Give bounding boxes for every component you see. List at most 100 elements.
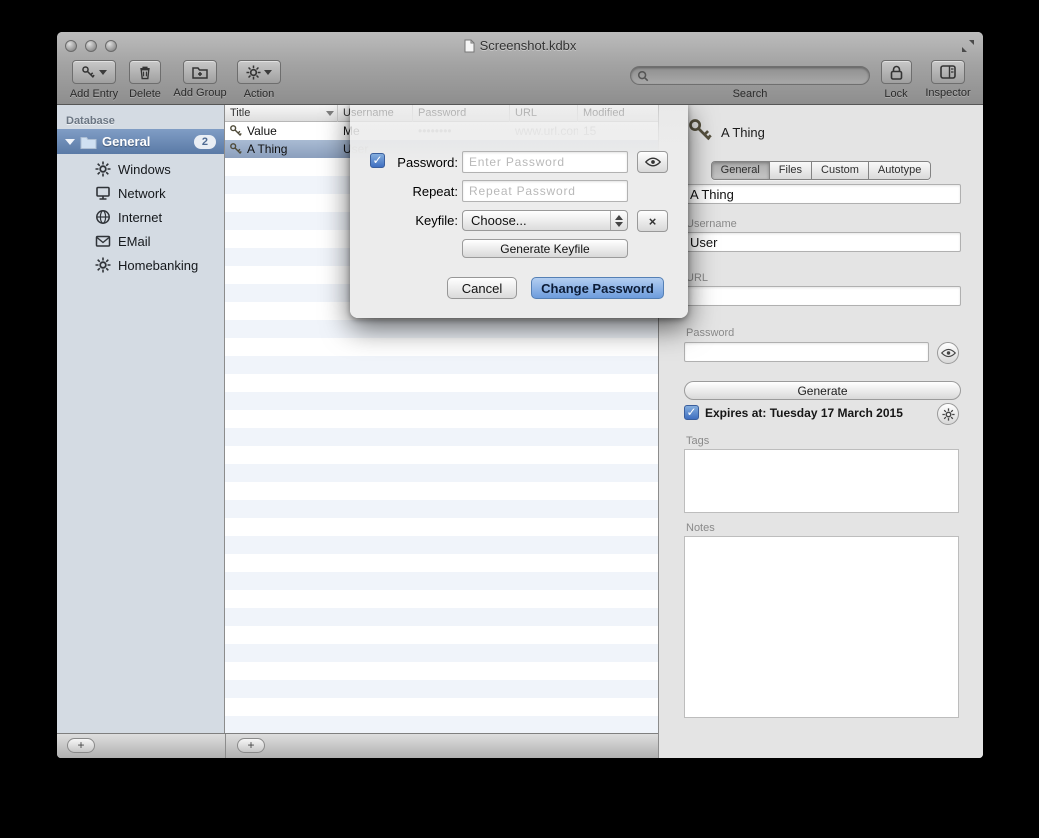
tab-custom[interactable]: Custom	[812, 162, 869, 179]
empty-row-stripe	[225, 392, 658, 410]
sidebar-item-network[interactable]: Network	[57, 181, 224, 205]
password-field[interactable]	[684, 342, 929, 362]
empty-row-stripe	[225, 338, 658, 356]
cell-title: A Thing	[225, 140, 338, 158]
inspector-tabs: General Files Custom Autotype	[659, 160, 983, 180]
toolbar-item-action: Action	[237, 60, 281, 100]
gear-icon	[942, 408, 955, 421]
group-sidebar: Database General 2 Windows Network Inter…	[57, 105, 225, 733]
empty-row-stripe	[225, 590, 658, 608]
dialog-keyfile-label: Keyfile:	[388, 213, 458, 228]
dialog-password-input[interactable]	[462, 151, 628, 173]
password-checkbox[interactable]: ✓	[370, 153, 385, 168]
search-label: Search	[630, 88, 870, 100]
sidebar-item-label: Homebanking	[118, 258, 198, 273]
add-group-button[interactable]	[183, 60, 217, 84]
empty-row-stripe	[225, 626, 658, 644]
empty-row-stripe	[225, 428, 658, 446]
sidebar-item-label: Network	[118, 186, 166, 201]
empty-row-stripe	[225, 680, 658, 698]
tab-files[interactable]: Files	[770, 162, 812, 179]
tab-general[interactable]: General	[712, 162, 770, 179]
chevron-down-icon	[99, 70, 107, 75]
trash-icon	[138, 65, 152, 80]
toolbar-item-add-entry: Add Entry	[65, 60, 123, 100]
lock-icon	[890, 65, 903, 80]
inspector-panel-icon-button[interactable]	[931, 60, 965, 84]
cell-title: Value	[225, 122, 338, 140]
notes-label: Notes	[686, 522, 715, 534]
username-label: Username	[686, 218, 737, 230]
expires-options-button[interactable]	[937, 403, 959, 425]
gear-icon	[95, 161, 111, 177]
search-icon	[637, 70, 649, 82]
action-button[interactable]	[237, 60, 281, 84]
cancel-button[interactable]: Cancel	[447, 277, 517, 299]
disclosure-triangle-icon[interactable]	[65, 139, 75, 145]
reveal-password-button[interactable]	[937, 342, 959, 364]
empty-row-stripe	[225, 554, 658, 572]
lock-label: Lock	[880, 88, 912, 100]
bottom-bar-divider	[225, 734, 226, 758]
url-field[interactable]	[684, 286, 961, 306]
add-entry-plus-button[interactable]: +	[237, 738, 265, 753]
empty-row-stripe	[225, 500, 658, 518]
search-field[interactable]	[630, 66, 870, 85]
monitor-icon	[95, 185, 111, 201]
reveal-password-button[interactable]	[637, 151, 668, 173]
sidebar-section-header: Database	[66, 115, 115, 127]
add-group-plus-button[interactable]: +	[67, 738, 95, 753]
action-label: Action	[237, 88, 281, 100]
sidebar-item-email[interactable]: EMail	[57, 229, 224, 253]
fullscreen-icon[interactable]	[961, 39, 975, 58]
add-entry-button[interactable]	[72, 60, 116, 84]
bottom-bar: + +	[57, 733, 658, 758]
sort-indicator-icon	[326, 111, 334, 116]
empty-row-stripe	[225, 698, 658, 716]
change-password-button[interactable]: Change Password	[531, 277, 664, 299]
notes-field[interactable]	[684, 536, 959, 718]
sidebar-item-homebanking[interactable]: Homebanking	[57, 253, 224, 277]
window-header: Screenshot.kdbx Add Entry Delete	[57, 32, 983, 105]
sidebar-item-label: Windows	[118, 162, 171, 177]
delete-label: Delete	[125, 88, 165, 100]
generate-keyfile-button[interactable]: Generate Keyfile	[462, 239, 628, 258]
add-entry-label: Add Entry	[65, 88, 123, 100]
eye-icon	[645, 157, 661, 167]
sidebar-item-label: Internet	[118, 210, 162, 225]
sidebar-item-windows[interactable]: Windows	[57, 157, 224, 181]
toolbar-item-lock: Lock	[880, 60, 912, 100]
tab-autotype[interactable]: Autotype	[869, 162, 930, 179]
envelope-icon	[95, 233, 111, 249]
group-count-badge: 2	[194, 135, 216, 149]
generate-password-button[interactable]: Generate	[684, 381, 961, 400]
search-input[interactable]	[649, 69, 863, 83]
dialog-repeat-input[interactable]	[462, 180, 628, 202]
folder-plus-icon	[192, 65, 208, 79]
toolbar-item-delete: Delete	[125, 60, 165, 100]
empty-row-stripe	[225, 374, 658, 392]
keyfile-popup[interactable]: Choose...	[462, 210, 628, 231]
column-header-title[interactable]: Title	[225, 105, 338, 122]
lock-button[interactable]	[881, 60, 912, 84]
tags-field[interactable]	[684, 449, 959, 513]
username-field[interactable]	[684, 232, 961, 252]
empty-row-stripe	[225, 482, 658, 500]
title-field[interactable]	[684, 184, 961, 204]
delete-button[interactable]	[129, 60, 161, 84]
empty-row-stripe	[225, 536, 658, 554]
sidebar-item-internet[interactable]: Internet	[57, 205, 224, 229]
empty-row-stripe	[225, 410, 658, 428]
add-group-label: Add Group	[169, 87, 231, 99]
empty-row-stripe	[225, 644, 658, 662]
expires-checkbox[interactable]: ✓	[684, 405, 699, 420]
sidebar-group-general[interactable]: General 2	[57, 129, 224, 154]
empty-row-stripe	[225, 716, 658, 733]
clear-keyfile-button[interactable]: ×	[637, 210, 668, 232]
inspector-panel-icon	[940, 65, 956, 79]
empty-row-stripe	[225, 662, 658, 680]
empty-row-stripe	[225, 518, 658, 536]
empty-row-stripe	[225, 320, 658, 338]
popup-stepper-icon	[610, 211, 627, 230]
window-title: Screenshot.kdbx	[57, 38, 983, 53]
